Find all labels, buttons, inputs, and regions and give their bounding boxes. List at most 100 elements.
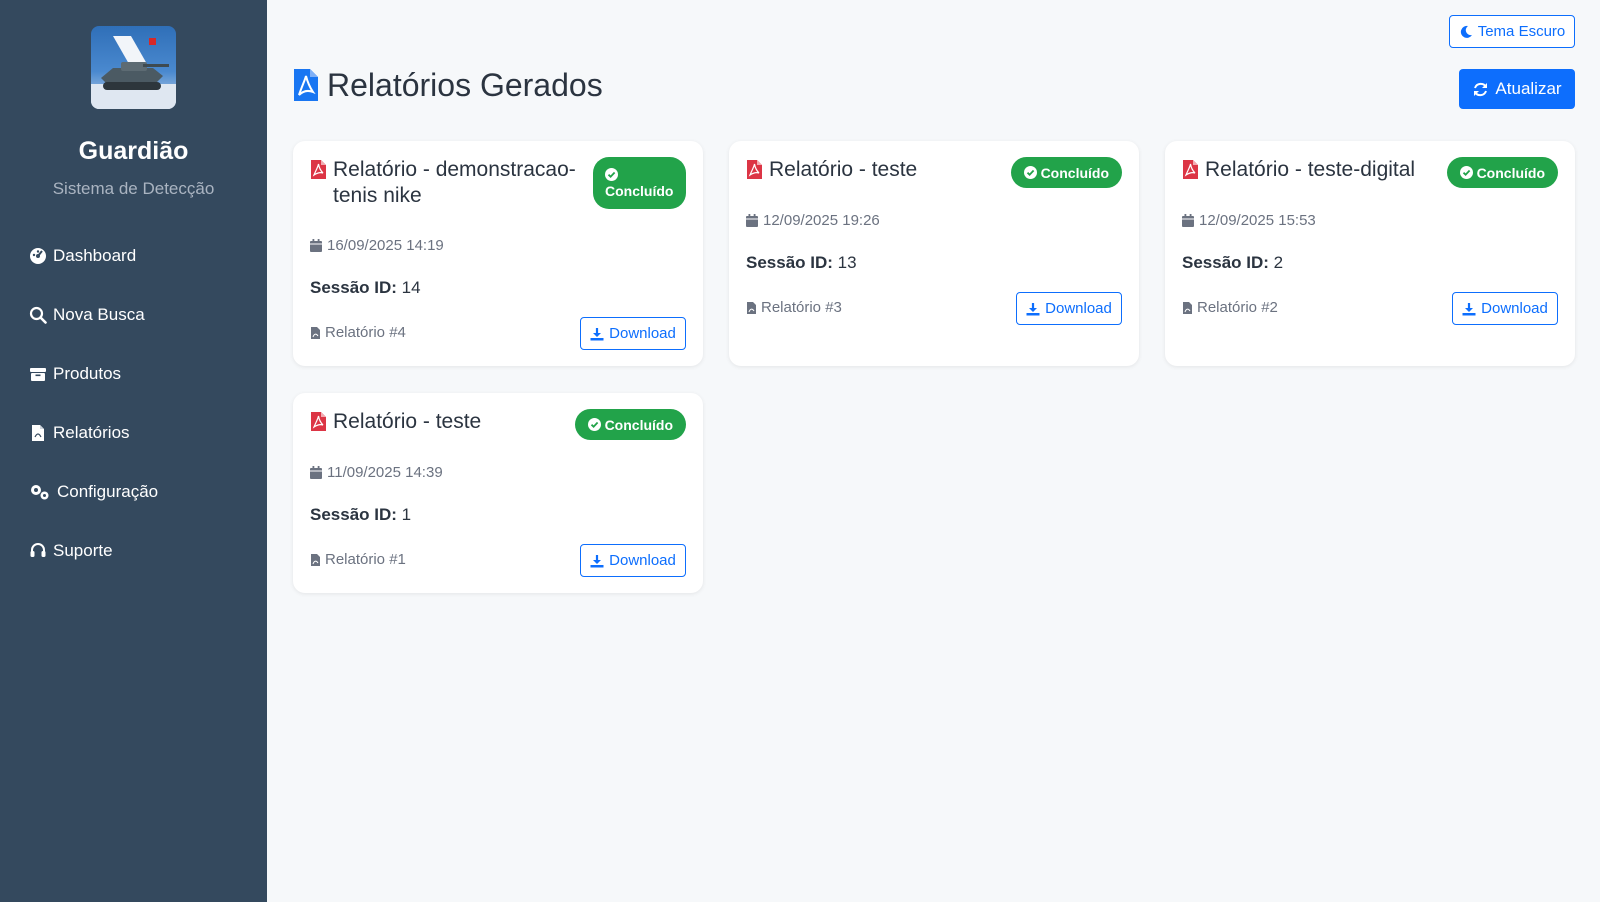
report-title: Relatório - teste bbox=[746, 157, 1018, 183]
status-badge: Concluído bbox=[574, 409, 686, 440]
sidebar-item-configuracao[interactable]: Configuração bbox=[29, 479, 158, 505]
sidebar-item-dashboard[interactable]: Dashboard bbox=[29, 243, 136, 269]
report-number-text: Relatório #4 bbox=[325, 324, 406, 341]
app-logo bbox=[91, 26, 176, 109]
headset-icon bbox=[30, 543, 46, 557]
report-title-text: Relatório - teste bbox=[333, 410, 482, 433]
file-pdf-icon bbox=[311, 160, 326, 179]
file-pdf-icon bbox=[311, 326, 320, 339]
box-icon bbox=[30, 368, 46, 381]
report-title-text: Relatório - teste-digital bbox=[1205, 158, 1416, 181]
download-icon bbox=[1026, 302, 1040, 315]
check-circle-icon bbox=[587, 418, 601, 431]
report-title-text: Relatório - teste bbox=[769, 158, 918, 181]
report-number: Relatório #4 bbox=[310, 324, 406, 341]
report-number: Relatório #3 bbox=[746, 299, 842, 316]
sidebar-item-label: Relatórios bbox=[53, 423, 130, 442]
sidebar-item-produtos[interactable]: Produtos bbox=[29, 361, 121, 387]
file-pdf-icon bbox=[747, 301, 756, 314]
sidebar-item-relatorios[interactable]: Relatórios bbox=[29, 420, 130, 446]
page-title: Relatórios Gerados bbox=[292, 65, 603, 105]
file-pdf-icon bbox=[1183, 160, 1198, 179]
download-icon bbox=[1462, 302, 1476, 315]
sidebar-item-label: Configuração bbox=[57, 482, 159, 501]
session-id: Sessão ID: 13 bbox=[746, 253, 857, 273]
session-id: Sessão ID: 1 bbox=[310, 505, 411, 525]
sidebar-item-label: Nova Busca bbox=[53, 305, 145, 324]
brand-subtitle: Sistema de Detecção bbox=[52, 179, 215, 198]
report-date: 12/09/2025 15:53 bbox=[1182, 212, 1316, 229]
download-button-label: Download bbox=[609, 552, 676, 569]
session-id-value: 14 bbox=[401, 278, 421, 297]
download-button-label: Download bbox=[609, 325, 676, 342]
session-id: Sessão ID: 2 bbox=[1182, 253, 1283, 273]
report-card: Relatório - teste Concluído 12/09/2025 1… bbox=[729, 141, 1139, 366]
search-icon bbox=[29, 306, 47, 324]
file-pdf-icon bbox=[1183, 301, 1192, 314]
report-title-text: Relatório - demonstracao-tenis nike bbox=[333, 158, 576, 207]
moon-icon bbox=[1460, 25, 1472, 38]
report-date: 16/09/2025 14:19 bbox=[310, 237, 444, 254]
status-badge-label: Concluído bbox=[1040, 164, 1109, 181]
calendar-icon bbox=[310, 239, 322, 252]
page-title-text: Relatórios Gerados bbox=[327, 66, 603, 103]
download-button-label: Download bbox=[1481, 300, 1548, 317]
status-badge: Concluído bbox=[593, 157, 686, 209]
session-id-label: Sessão ID: bbox=[310, 505, 397, 524]
download-button[interactable]: Download bbox=[580, 317, 686, 350]
sidebar-item-label: Dashboard bbox=[53, 246, 137, 265]
download-icon bbox=[590, 327, 604, 340]
refresh-icon bbox=[1474, 82, 1488, 96]
theme-toggle-button[interactable]: Tema Escuro bbox=[1449, 15, 1575, 48]
status-badge: Concluído bbox=[1010, 157, 1122, 188]
file-pdf-icon bbox=[32, 425, 44, 441]
report-date-text: 11/09/2025 14:39 bbox=[327, 464, 443, 481]
file-pdf-icon bbox=[311, 412, 326, 431]
report-title: Relatório - teste bbox=[310, 409, 582, 435]
session-id-label: Sessão ID: bbox=[1182, 253, 1269, 272]
report-number-text: Relatório #2 bbox=[1197, 299, 1278, 316]
check-circle-icon bbox=[605, 167, 618, 181]
sidebar-item-label: Produtos bbox=[53, 364, 122, 383]
file-pdf-icon bbox=[311, 553, 320, 566]
status-badge: Concluído bbox=[1446, 157, 1558, 188]
sidebar: Guardião Sistema de Detecção Dashboard N… bbox=[0, 0, 267, 902]
report-card: Relatório - demonstracao-tenis nike Conc… bbox=[293, 141, 703, 366]
status-badge-label: Concluído bbox=[605, 182, 674, 199]
report-number-text: Relatório #3 bbox=[761, 299, 842, 316]
report-title: Relatório - demonstracao-tenis nike bbox=[310, 157, 582, 209]
download-button[interactable]: Download bbox=[1016, 292, 1122, 325]
brand-name: Guardião bbox=[78, 137, 189, 165]
report-number: Relatório #2 bbox=[1182, 299, 1278, 316]
file-pdf-icon bbox=[294, 69, 318, 101]
session-id-label: Sessão ID: bbox=[746, 253, 833, 272]
theme-toggle-label: Tema Escuro bbox=[1477, 23, 1566, 40]
status-badge-label: Concluído bbox=[604, 416, 673, 433]
check-circle-icon bbox=[1023, 166, 1037, 179]
download-icon bbox=[590, 554, 604, 567]
session-id-label: Sessão ID: bbox=[310, 278, 397, 297]
check-circle-icon bbox=[1459, 166, 1473, 179]
calendar-icon bbox=[1182, 214, 1194, 227]
calendar-icon bbox=[310, 466, 322, 479]
calendar-icon bbox=[746, 214, 758, 227]
report-date: 12/09/2025 19:26 bbox=[746, 212, 880, 229]
download-button[interactable]: Download bbox=[580, 544, 686, 577]
session-id: Sessão ID: 14 bbox=[310, 278, 421, 298]
refresh-button[interactable]: Atualizar bbox=[1459, 69, 1575, 109]
download-button[interactable]: Download bbox=[1452, 292, 1558, 325]
sidebar-item-suporte[interactable]: Suporte bbox=[29, 538, 113, 564]
session-id-value: 13 bbox=[837, 253, 857, 272]
session-id-value: 2 bbox=[1273, 253, 1284, 272]
sidebar-item-label: Suporte bbox=[53, 541, 113, 560]
report-card: Relatório - teste-digital Concluído 12/0… bbox=[1165, 141, 1575, 366]
report-date-text: 16/09/2025 14:19 bbox=[327, 237, 444, 254]
report-date-text: 12/09/2025 15:53 bbox=[1199, 212, 1316, 229]
file-pdf-icon bbox=[747, 160, 762, 179]
session-id-value: 1 bbox=[401, 505, 412, 524]
sidebar-item-nova-busca[interactable]: Nova Busca bbox=[29, 302, 145, 328]
refresh-button-label: Atualizar bbox=[1495, 79, 1562, 98]
gears-icon bbox=[31, 485, 49, 500]
report-title: Relatório - teste-digital bbox=[1182, 157, 1454, 183]
report-card: Relatório - teste Concluído 11/09/2025 1… bbox=[293, 393, 703, 593]
